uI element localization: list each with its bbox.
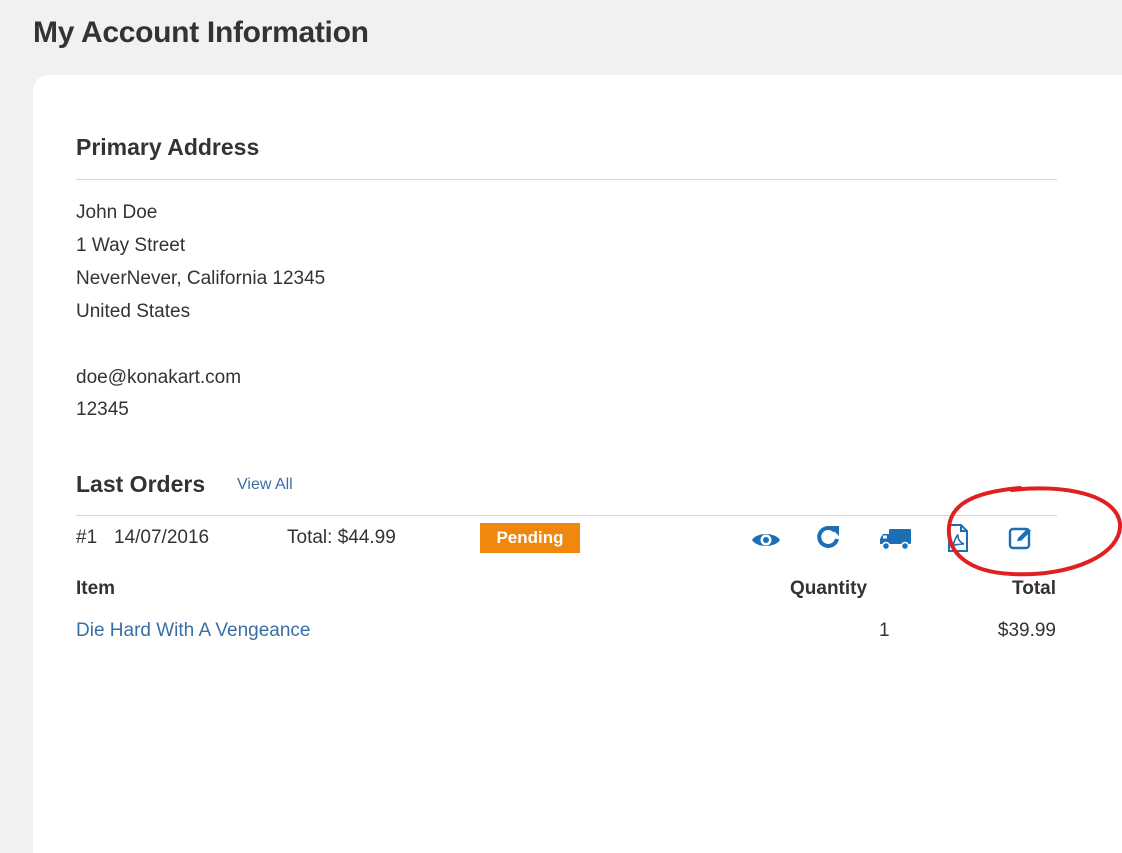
column-header-item: Item: [76, 578, 116, 599]
address-name: John Doe: [76, 202, 158, 223]
view-order-icon[interactable]: [751, 529, 781, 556]
orders-divider: [76, 515, 1057, 516]
column-header-quantity: Quantity: [790, 578, 868, 599]
order-date: 14/07/2016: [114, 527, 210, 548]
order-status-badge: Pending: [480, 523, 580, 553]
page-title: My Account Information: [33, 16, 369, 49]
last-orders-heading: Last Orders: [76, 471, 206, 497]
edit-order-icon[interactable]: [1008, 525, 1034, 556]
item-link[interactable]: Die Hard With A Vengeance: [76, 620, 310, 641]
order-total: Total: $44.99: [287, 527, 396, 548]
account-card: Primary Address John Doe 1 Way Street Ne…: [33, 75, 1122, 853]
address-country: United States: [76, 301, 191, 322]
track-shipment-icon[interactable]: [879, 526, 913, 557]
invoice-pdf-icon[interactable]: [947, 523, 969, 558]
view-all-orders-link[interactable]: View All: [237, 476, 293, 494]
address-divider: [76, 179, 1057, 180]
item-total: $39.99: [997, 620, 1056, 641]
address-phone: 12345: [76, 399, 129, 420]
repeat-order-icon[interactable]: [815, 522, 841, 555]
address-city: NeverNever, California 12345: [76, 268, 326, 289]
primary-address-heading: Primary Address: [76, 134, 260, 160]
address-street: 1 Way Street: [76, 235, 186, 256]
column-header-total: Total: [1012, 578, 1056, 599]
address-email: doe@konakart.com: [76, 367, 242, 388]
order-id: #1: [76, 527, 98, 548]
item-name-cell: Die Hard With A Vengeance: [76, 620, 310, 642]
item-quantity: 1: [879, 620, 890, 641]
